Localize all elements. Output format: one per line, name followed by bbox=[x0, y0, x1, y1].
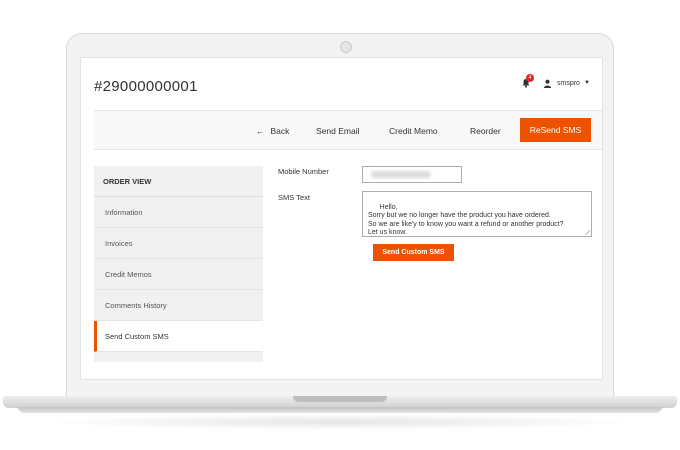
app-screen: #29000000001 4 smspro ▼ ← Back Send Email… bbox=[80, 57, 603, 380]
username[interactable]: smspro bbox=[557, 80, 580, 87]
page-actions-bar: ← Back Send Email Credit Memo Reorder ReS… bbox=[94, 110, 602, 150]
sms-text-value: Hello, Sorry but we no longer have the p… bbox=[368, 203, 564, 237]
mobile-number-label: Mobile Number bbox=[278, 167, 329, 176]
reorder-button[interactable]: Reorder bbox=[470, 126, 501, 136]
sms-text-label: SMS Text bbox=[278, 193, 310, 202]
resize-handle-icon[interactable] bbox=[585, 230, 590, 235]
back-button[interactable]: ← Back bbox=[256, 126, 289, 136]
blurred-mobile-value bbox=[371, 171, 431, 178]
sidebar-item-invoices[interactable]: Invoices bbox=[94, 228, 263, 259]
admin-user-area: 4 smspro ▼ bbox=[521, 74, 590, 88]
sidebar-item-comments-history[interactable]: Comments History bbox=[94, 290, 263, 321]
laptop-base-foot bbox=[18, 407, 662, 413]
notification-badge: 4 bbox=[526, 74, 534, 82]
laptop-notch bbox=[293, 396, 387, 402]
order-view-sidebar: ORDER VIEW Information Invoices Credit M… bbox=[94, 166, 263, 362]
page-title: #29000000001 bbox=[94, 78, 198, 95]
send-custom-sms-button[interactable]: Send Custom SMS bbox=[373, 244, 454, 261]
back-arrow-icon: ← bbox=[256, 126, 265, 136]
credit-memo-button[interactable]: Credit Memo bbox=[389, 126, 438, 136]
notifications[interactable]: 4 bbox=[521, 74, 534, 88]
sidebar-item-credit-memos[interactable]: Credit Memos bbox=[94, 259, 263, 290]
sidebar-title: ORDER VIEW bbox=[94, 166, 263, 197]
laptop-camera bbox=[340, 41, 352, 53]
resend-sms-button[interactable]: ReSend SMS bbox=[520, 118, 591, 142]
laptop-shadow bbox=[40, 414, 640, 430]
chevron-down-icon[interactable]: ▼ bbox=[584, 80, 590, 86]
back-label: Back bbox=[270, 126, 290, 136]
sidebar-item-information[interactable]: Information bbox=[94, 197, 263, 228]
sms-text-textarea[interactable]: Hello, Sorry but we no longer have the p… bbox=[362, 191, 592, 237]
mobile-number-input[interactable] bbox=[362, 166, 462, 183]
user-icon bbox=[543, 79, 552, 88]
sidebar-item-send-custom-sms[interactable]: Send Custom SMS bbox=[94, 321, 263, 352]
send-email-button[interactable]: Send Email bbox=[316, 126, 359, 136]
